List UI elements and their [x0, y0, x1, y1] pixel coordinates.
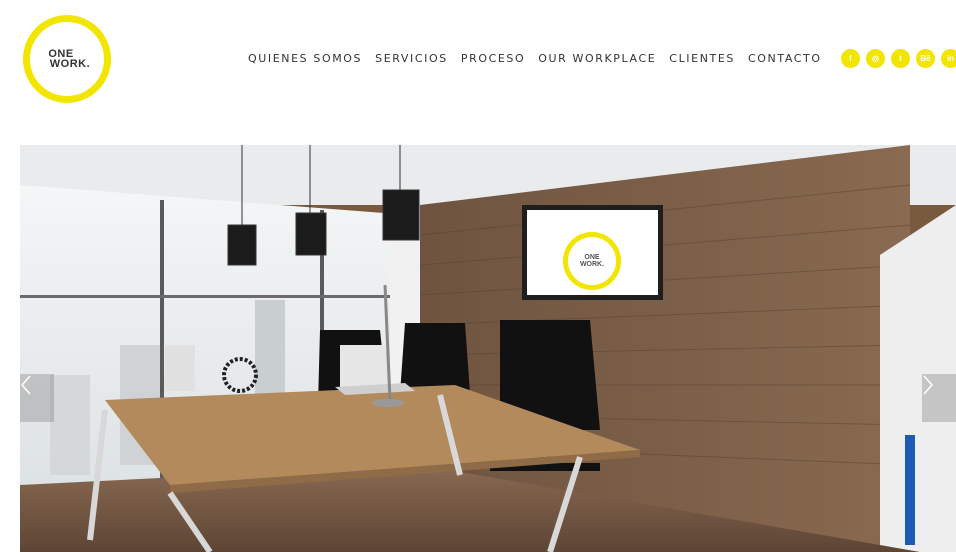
twitter-icon[interactable]: t [891, 49, 910, 68]
chevron-left-icon [20, 375, 31, 395]
instagram-icon[interactable]: ◎ [866, 49, 885, 68]
office-render-image [20, 145, 956, 552]
slider-next-button[interactable] [922, 374, 956, 422]
nav-servicios[interactable]: SERVICIOS [375, 52, 448, 65]
tv-screen-logo: ONE WORK. [563, 232, 621, 290]
nav-our-workplace[interactable]: OUR WORKPLACE [538, 52, 656, 65]
onework-logo[interactable]: ONE WORK. [23, 15, 111, 103]
tv-logo-text-one: ONE [584, 254, 600, 261]
logo-text-work: WORK. [49, 58, 91, 70]
nav-quienes-somos[interactable]: QUIENES SOMOS [248, 52, 362, 65]
nav-proceso[interactable]: PROCESO [461, 52, 525, 65]
facebook-icon[interactable]: f [841, 49, 860, 68]
main-nav: QUIENES SOMOS SERVICIOS PROCESO OUR WORK… [248, 52, 822, 65]
behance-icon[interactable]: Bē [916, 49, 935, 68]
nav-clientes[interactable]: CLIENTES [669, 52, 735, 65]
social-links: f ◎ t Bē in [841, 49, 956, 68]
linkedin-icon[interactable]: in [941, 49, 956, 68]
chevron-right-icon [923, 375, 934, 395]
hero-slider: ONE WORK. [20, 145, 956, 552]
nav-contacto[interactable]: CONTACTO [748, 52, 822, 65]
slider-prev-button[interactable] [20, 374, 54, 422]
tv-logo-text-work: WORK. [579, 261, 605, 268]
